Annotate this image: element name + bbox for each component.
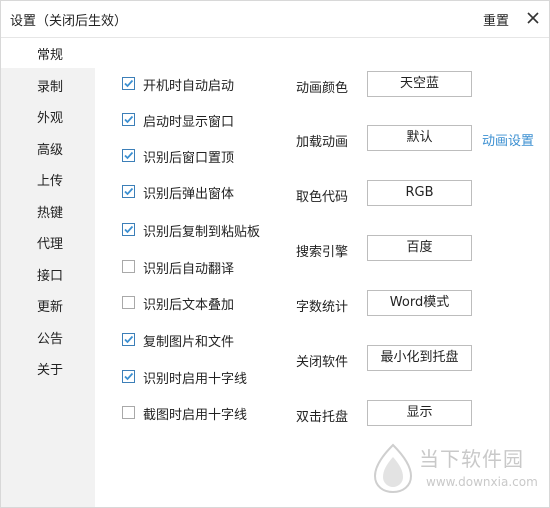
- checkbox[interactable]: [122, 296, 135, 309]
- sidebar-item-announcement[interactable]: 公告: [1, 322, 95, 352]
- sidebar-item-label: 代理: [37, 237, 64, 252]
- sidebar-item-label: 公告: [37, 332, 64, 347]
- checkbox-label: 开机时自动启动: [143, 79, 235, 94]
- checkbox[interactable]: [122, 113, 135, 126]
- sidebar-item-appearance[interactable]: 外观: [1, 101, 95, 131]
- sidebar-item-advanced[interactable]: 高级: [1, 133, 95, 163]
- animation-color-label: 动画颜色: [296, 81, 349, 96]
- word-count-label: 字数统计: [296, 300, 349, 315]
- watermark: 当下软件园 www.downxia.com: [371, 443, 541, 501]
- checkbox-label: 截图时启用十字线: [143, 408, 248, 423]
- sidebar: 常规 录制 外观 高级 上传 热键 代理 接口 更新 公告 关于: [1, 38, 95, 507]
- sidebar-item-label: 高级: [37, 143, 64, 158]
- animation-color-select[interactable]: 天空蓝: [367, 71, 472, 97]
- search-engine-label: 搜索引擎: [296, 245, 349, 260]
- sidebar-item-label: 外观: [37, 111, 64, 126]
- close-icon[interactable]: [524, 9, 542, 27]
- checkbox-label: 识别后窗口置顶: [143, 151, 235, 166]
- double-click-tray-select[interactable]: 显示: [367, 400, 472, 426]
- word-count-select[interactable]: Word模式: [367, 290, 472, 316]
- settings-window: 设置（关闭后生效） 重置 常规 录制 外观 高级 上传 热键 代理 接口 更新 …: [0, 0, 550, 508]
- checkbox[interactable]: [122, 260, 135, 273]
- sidebar-item-upload[interactable]: 上传: [1, 164, 95, 194]
- sidebar-item-label: 录制: [37, 80, 64, 95]
- watermark-logo-icon: [373, 443, 413, 493]
- color-code-select[interactable]: RGB: [367, 180, 472, 206]
- close-software-select[interactable]: 最小化到托盘: [367, 345, 472, 371]
- checkbox[interactable]: [122, 185, 135, 198]
- reset-button[interactable]: 重置: [483, 10, 509, 29]
- checkbox[interactable]: [122, 223, 135, 236]
- sidebar-item-update[interactable]: 更新: [1, 290, 95, 320]
- checkbox-label: 识别后文本叠加: [143, 298, 235, 313]
- checkbox-label: 识别后弹出窗体: [143, 187, 235, 202]
- checkbox[interactable]: [122, 333, 135, 346]
- loading-animation-select[interactable]: 默认: [367, 125, 472, 151]
- sidebar-item-about[interactable]: 关于: [1, 353, 95, 383]
- sidebar-item-interface[interactable]: 接口: [1, 259, 95, 289]
- watermark-url: www.downxia.com: [426, 475, 538, 489]
- checkbox[interactable]: [122, 149, 135, 162]
- color-code-label: 取色代码: [296, 190, 349, 205]
- sidebar-item-label: 更新: [37, 300, 64, 315]
- sidebar-item-general[interactable]: 常规: [1, 38, 95, 68]
- checkbox-label: 启动时显示窗口: [143, 115, 235, 130]
- double-click-tray-label: 双击托盘: [296, 410, 349, 425]
- checkbox[interactable]: [122, 370, 135, 383]
- sidebar-item-record[interactable]: 录制: [1, 70, 95, 100]
- watermark-text: 当下软件园: [419, 447, 524, 471]
- sidebar-item-label: 热键: [37, 206, 64, 221]
- checkbox-label: 识别后复制到粘贴板: [143, 225, 261, 240]
- sidebar-item-label: 接口: [37, 269, 64, 284]
- title-bar: 设置（关闭后生效） 重置: [1, 1, 549, 38]
- sidebar-item-label: 常规: [37, 48, 64, 63]
- search-engine-select[interactable]: 百度: [367, 235, 472, 261]
- sidebar-item-proxy[interactable]: 代理: [1, 227, 95, 257]
- loading-animation-label: 加载动画: [296, 135, 349, 150]
- close-software-label: 关闭软件: [296, 355, 349, 370]
- sidebar-item-label: 关于: [37, 363, 64, 378]
- sidebar-item-hotkeys[interactable]: 热键: [1, 196, 95, 226]
- sidebar-item-label: 上传: [37, 174, 64, 189]
- window-title: 设置（关闭后生效）: [10, 14, 128, 29]
- checkbox[interactable]: [122, 77, 135, 90]
- checkbox-label: 识别后自动翻译: [143, 262, 235, 277]
- checkbox[interactable]: [122, 406, 135, 419]
- checkbox-label: 识别时启用十字线: [143, 372, 248, 387]
- checkbox-label: 复制图片和文件: [143, 335, 235, 350]
- animation-settings-link[interactable]: 动画设置: [482, 130, 534, 149]
